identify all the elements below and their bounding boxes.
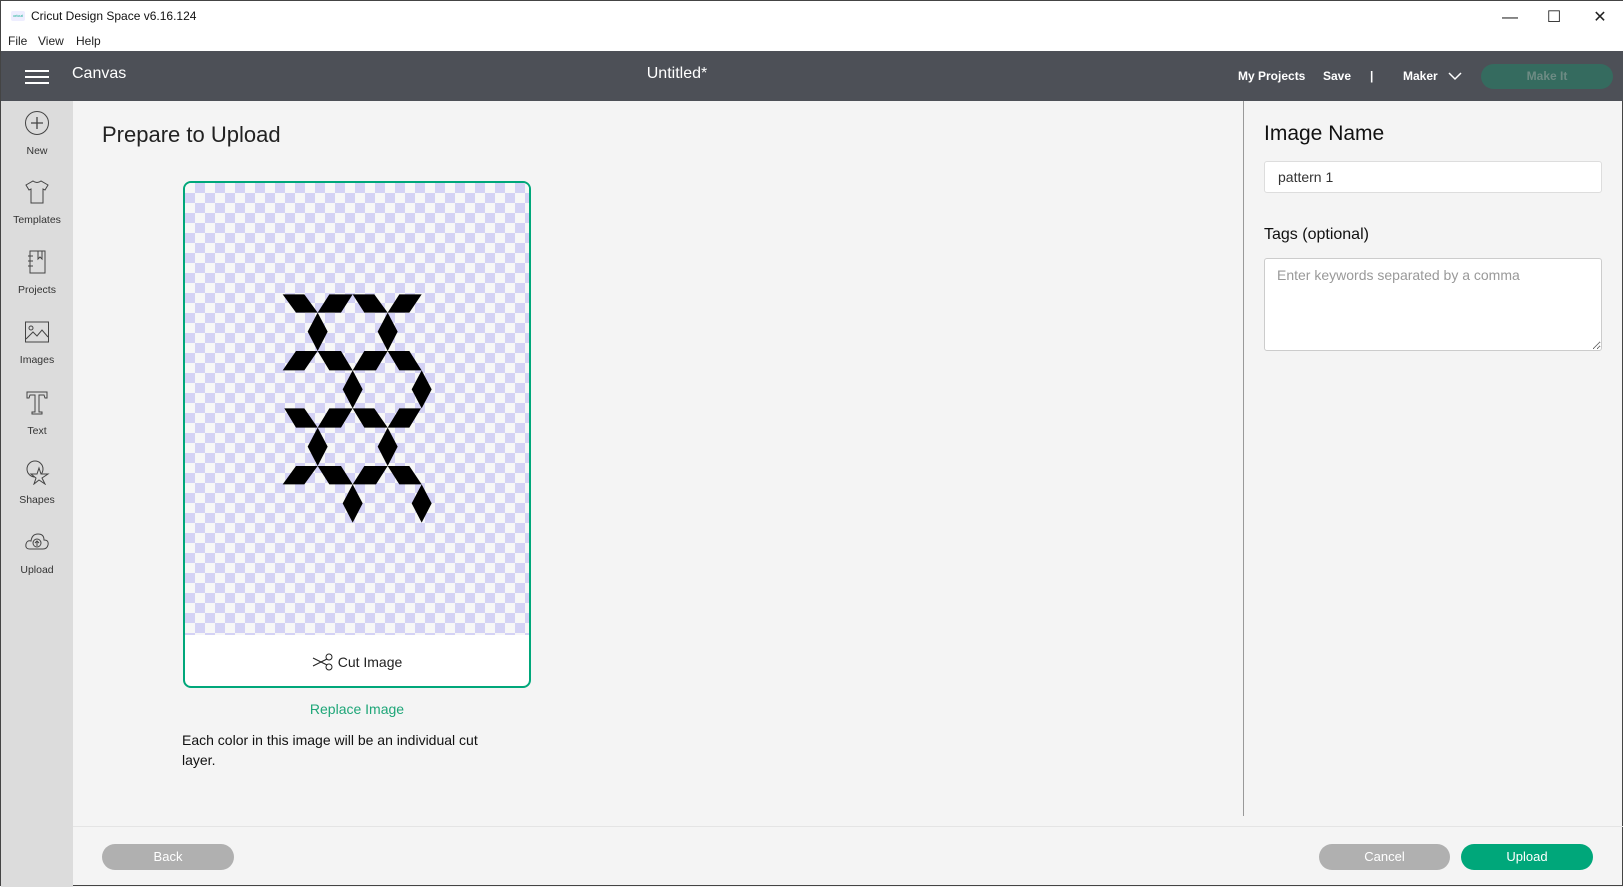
sidebar-item-label: Images	[19, 354, 55, 366]
uploaded-pattern-image	[282, 294, 432, 523]
sidebar-item-label: New	[26, 145, 48, 157]
minimize-button[interactable]: —	[1495, 7, 1525, 29]
scissors-icon	[312, 653, 333, 671]
my-projects-link[interactable]: My Projects	[1238, 69, 1305, 83]
cut-image-label: Cut Image	[337, 654, 403, 670]
notebook-icon	[28, 250, 46, 274]
image-name-label: Image Name	[1264, 122, 1385, 145]
machine-select[interactable]: Maker	[1403, 69, 1438, 83]
sidebar-item-label: Shapes	[19, 494, 55, 506]
tags-textarea[interactable]	[1264, 258, 1602, 351]
title-bar: cricut Cricut Design Space v6.16.124 Fil…	[1, 1, 1623, 51]
sidebar-item-shapes[interactable]: Shapes	[1, 459, 73, 506]
plus-circle-icon	[25, 111, 49, 135]
sidebar-item-text[interactable]: Text	[1, 390, 73, 437]
image-icon	[25, 321, 49, 343]
sidebar-item-upload[interactable]: Upload	[1, 529, 73, 576]
sidebar: New Templates Projects Images Text Shape…	[1, 101, 73, 887]
top-nav: Canvas Untitled* My Projects Save | Make…	[1, 51, 1623, 101]
nav-separator: |	[1370, 69, 1374, 83]
sidebar-item-label: Templates	[13, 214, 61, 226]
cut-image-option[interactable]: Cut Image	[185, 653, 529, 671]
panel-divider	[1243, 101, 1244, 816]
sidebar-item-new[interactable]: New	[1, 110, 73, 157]
cancel-button[interactable]: Cancel	[1319, 844, 1450, 870]
replace-image-link[interactable]: Replace Image	[183, 701, 531, 717]
sidebar-item-images[interactable]: Images	[1, 319, 73, 366]
tags-label: Tags (optional)	[1264, 226, 1369, 243]
app-logo: cricut	[11, 11, 25, 21]
close-button[interactable]: ✕	[1585, 7, 1615, 29]
sidebar-item-templates[interactable]: Templates	[1, 179, 73, 226]
menu-file[interactable]: File	[8, 34, 27, 48]
section-title: Canvas	[72, 65, 127, 82]
back-button[interactable]: Back	[102, 844, 234, 870]
save-link[interactable]: Save	[1323, 69, 1351, 83]
page-title: Prepare to Upload	[102, 122, 281, 147]
upload-button[interactable]: Upload	[1461, 844, 1593, 870]
cloud-upload-icon	[25, 533, 49, 550]
sidebar-item-label: Projects	[18, 284, 56, 296]
shirt-icon	[25, 180, 49, 204]
chevron-down-icon[interactable]	[1448, 71, 1462, 81]
make-it-button[interactable]: Make It	[1481, 64, 1613, 89]
shapes-icon	[26, 460, 50, 486]
maximize-button[interactable]: ☐	[1539, 7, 1569, 29]
cut-layer-note: Each color in this image will be an indi…	[182, 732, 478, 768]
sidebar-item-label: Upload	[20, 564, 54, 576]
sidebar-item-projects[interactable]: Projects	[1, 249, 73, 296]
menu-help[interactable]: Help	[76, 34, 101, 48]
sidebar-item-label: Text	[27, 425, 47, 437]
menu-view[interactable]: View	[38, 34, 64, 48]
hamburger-menu-icon[interactable]	[25, 70, 49, 84]
footer-divider	[73, 826, 1623, 827]
document-title: Untitled*	[646, 65, 708, 82]
window-title: Cricut Design Space v6.16.124	[31, 9, 197, 23]
text-t-icon	[26, 391, 48, 415]
image-name-input[interactable]	[1264, 161, 1602, 193]
